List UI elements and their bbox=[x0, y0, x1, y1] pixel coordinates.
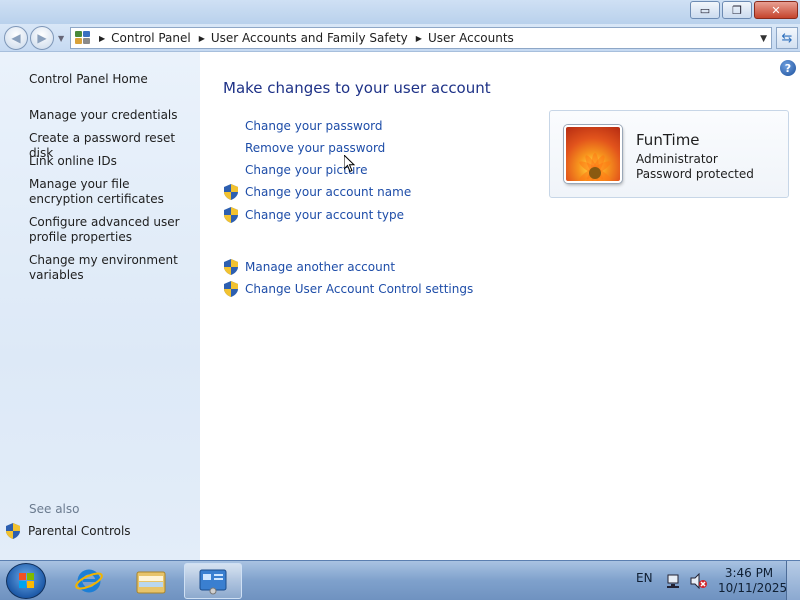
user-password-status: Password protected bbox=[636, 167, 754, 181]
help-icon[interactable]: ? bbox=[780, 60, 796, 76]
breadcrumb-separator-icon[interactable]: ▶ bbox=[199, 34, 205, 43]
back-arrow-icon: ◀ bbox=[11, 31, 21, 45]
parental-controls-label: Parental Controls bbox=[28, 524, 131, 538]
uac-shield-icon bbox=[224, 184, 238, 200]
clock-time: 3:46 PM bbox=[724, 566, 774, 580]
refresh-button[interactable]: ⇆ bbox=[776, 27, 798, 49]
flower-picture-icon bbox=[579, 153, 611, 181]
change-account-name-link[interactable]: Change your account name bbox=[245, 185, 411, 199]
recent-pages-dropdown-icon[interactable]: ▼ bbox=[58, 34, 64, 43]
title-bar: ▭ ❐ ✕ bbox=[0, 0, 800, 24]
windows-logo-icon bbox=[19, 573, 34, 588]
breadcrumb-user-accounts[interactable]: User Accounts bbox=[428, 31, 514, 45]
uac-shield-icon bbox=[224, 259, 238, 275]
mouse-cursor-icon bbox=[344, 155, 356, 173]
window-controls: ▭ ❐ ✕ bbox=[690, 1, 798, 19]
left-task-pane: Control Panel Home Manage your credentia… bbox=[0, 52, 200, 560]
control-panel-home-link[interactable]: Control Panel Home bbox=[29, 72, 194, 87]
change-environment-variables-link[interactable]: Change my environment variables bbox=[29, 253, 194, 283]
start-button[interactable] bbox=[6, 563, 46, 599]
internet-explorer-taskbar-button[interactable] bbox=[66, 563, 112, 599]
folder-icon bbox=[136, 571, 166, 594]
uac-shield-icon bbox=[224, 207, 238, 223]
breadcrumb-user-accounts-family-safety[interactable]: User Accounts and Family Safety bbox=[211, 31, 408, 45]
refresh-icon: ⇆ bbox=[781, 30, 793, 46]
parental-controls-link[interactable]: Parental Controls bbox=[6, 523, 131, 539]
control-panel-icon bbox=[199, 569, 227, 595]
back-button[interactable]: ◀ bbox=[4, 26, 28, 50]
address-dropdown-icon[interactable]: ▼ bbox=[760, 34, 767, 44]
breadcrumb-separator-icon[interactable]: ▶ bbox=[99, 34, 105, 43]
user-name: FunTime bbox=[636, 131, 700, 149]
breadcrumb: ▶ Control Panel ▶ User Accounts and Fami… bbox=[97, 31, 514, 45]
forward-button[interactable]: ▶ bbox=[30, 26, 54, 50]
control-panel-taskbar-button[interactable] bbox=[184, 563, 242, 599]
user-role: Administrator bbox=[636, 152, 718, 166]
remove-password-link[interactable]: Remove your password bbox=[245, 141, 385, 155]
breadcrumb-control-panel[interactable]: Control Panel bbox=[111, 31, 191, 45]
change-account-type-link[interactable]: Change your account type bbox=[245, 208, 404, 222]
main-content: ? Make changes to your user account Chan… bbox=[200, 52, 800, 560]
close-button[interactable]: ✕ bbox=[754, 1, 798, 19]
forward-arrow-icon: ▶ bbox=[37, 31, 47, 45]
clock-date: 10/11/2025 bbox=[718, 581, 788, 595]
user-avatar[interactable] bbox=[564, 125, 622, 183]
show-desktop-button[interactable] bbox=[786, 561, 800, 600]
manage-file-encryption-link[interactable]: Manage your file encryption certificates bbox=[29, 177, 194, 207]
breadcrumb-separator-icon[interactable]: ▶ bbox=[416, 34, 422, 43]
maximize-button[interactable]: ❐ bbox=[722, 1, 752, 19]
navigation-bar: ◀ ▶ ▼ ▶ Control Panel ▶ User Accounts an… bbox=[0, 24, 800, 52]
uac-shield-icon bbox=[6, 523, 20, 539]
see-also-heading: See also bbox=[29, 502, 80, 516]
language-indicator[interactable]: EN bbox=[636, 571, 653, 585]
change-password-link[interactable]: Change your password bbox=[245, 119, 383, 133]
user-account-card: FunTime Administrator Password protected bbox=[549, 110, 789, 198]
internet-explorer-icon bbox=[75, 569, 103, 593]
manage-credentials-link[interactable]: Manage your credentials bbox=[29, 108, 194, 123]
minimize-button[interactable]: ▭ bbox=[690, 1, 720, 19]
configure-advanced-profile-link[interactable]: Configure advanced user profile properti… bbox=[29, 215, 194, 245]
address-bar[interactable]: ▶ Control Panel ▶ User Accounts and Fami… bbox=[70, 27, 772, 49]
manage-another-account-link[interactable]: Manage another account bbox=[245, 260, 395, 274]
taskbar: EN 3:46 PM 10/11/2025 bbox=[0, 560, 800, 600]
windows-explorer-taskbar-button[interactable] bbox=[128, 563, 174, 599]
volume-muted-icon[interactable] bbox=[690, 573, 708, 589]
uac-shield-icon bbox=[224, 281, 238, 297]
clock[interactable]: 3:46 PM 10/11/2025 bbox=[718, 566, 788, 596]
page-title: Make changes to your user account bbox=[223, 79, 491, 97]
change-uac-settings-link[interactable]: Change User Account Control settings bbox=[245, 282, 473, 296]
network-icon[interactable] bbox=[666, 573, 682, 589]
control-panel-icon bbox=[75, 31, 91, 45]
link-online-ids-link[interactable]: Link online IDs bbox=[29, 154, 194, 169]
